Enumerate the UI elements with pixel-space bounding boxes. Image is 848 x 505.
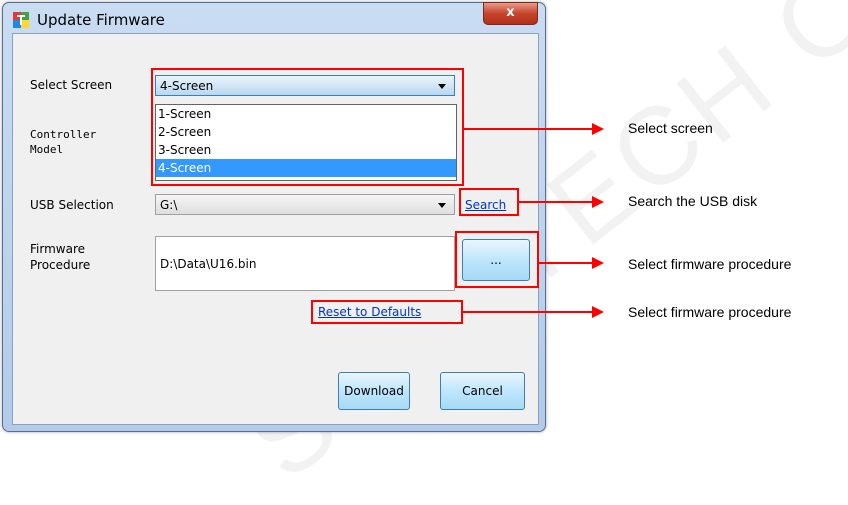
firmware-label-line2: Procedure: [30, 258, 91, 272]
annotation-box-select-screen: [151, 68, 464, 186]
download-button[interactable]: Download: [338, 372, 410, 410]
usb-selection-combobox[interactable]: G:\: [155, 194, 455, 215]
download-button-label: Download: [344, 384, 404, 398]
arrow-right-icon: [592, 257, 604, 269]
callout-firmware-procedure: Select firmware procedure: [628, 256, 792, 272]
callout-reset-defaults: Select firmware procedure: [628, 304, 792, 320]
cancel-button-label: Cancel: [462, 384, 503, 398]
close-icon: x: [506, 5, 515, 20]
annotation-box-reset: [311, 300, 463, 324]
controller-model-label-line2: Model: [30, 143, 64, 156]
window-title: Update Firmware: [37, 11, 165, 29]
annotation-line-4: [463, 311, 592, 313]
title-bar[interactable]: Update Firmware x: [3, 2, 545, 33]
controller-model-label-line1: Controller: [30, 128, 97, 141]
usb-selection-label: USB Selection: [30, 198, 114, 212]
arrow-right-icon: [592, 306, 604, 318]
close-button[interactable]: x: [483, 2, 538, 25]
cancel-button[interactable]: Cancel: [440, 372, 525, 410]
app-logo-icon: [13, 12, 29, 28]
firmware-label-line1: Firmware: [30, 242, 85, 256]
annotation-line-1: [464, 128, 592, 130]
annotation-line-3: [539, 262, 592, 264]
update-firmware-dialog: Update Firmware x: [2, 2, 546, 432]
usb-selection-value: G:\: [160, 198, 178, 212]
firmware-path-value: D:\Data\U16.bin: [160, 257, 257, 271]
select-screen-label: Select Screen: [30, 78, 113, 92]
chevron-down-icon[interactable]: [438, 203, 446, 208]
arrow-right-icon: [592, 123, 604, 135]
callout-search-usb: Search the USB disk: [628, 193, 758, 209]
annotation-line-2: [519, 201, 592, 203]
arrow-right-icon: [592, 196, 604, 208]
callout-select-screen: Select screen: [628, 120, 713, 136]
annotation-box-browse: [455, 231, 539, 288]
annotation-box-search: [459, 188, 519, 216]
firmware-path-field[interactable]: D:\Data\U16.bin: [155, 236, 455, 291]
